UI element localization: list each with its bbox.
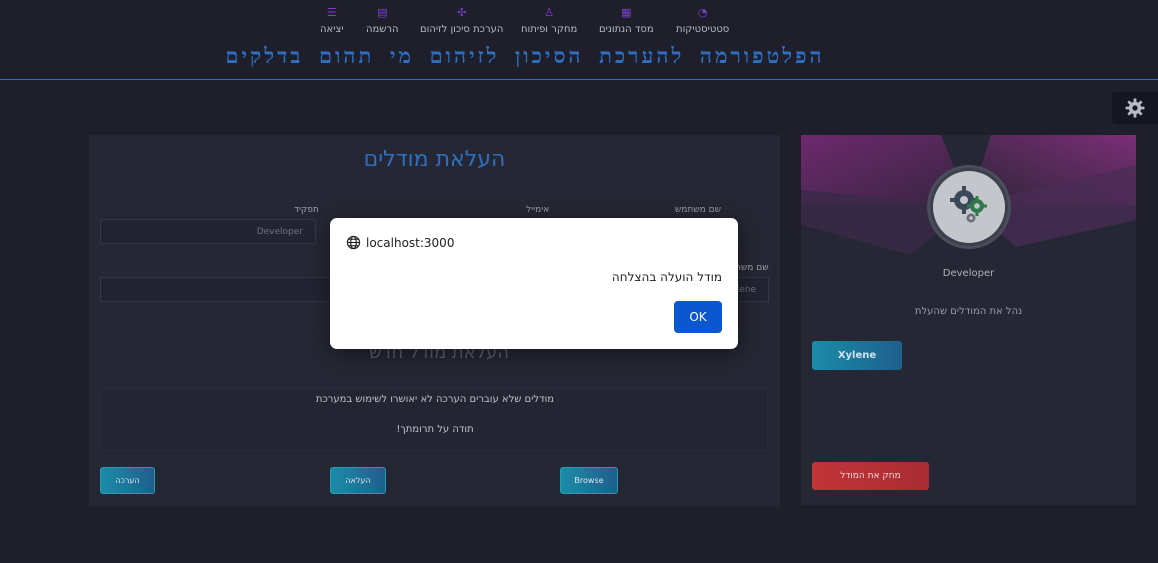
note-box: מודלים שלא עוברים הערכה לא יאושרו לשימוש… [100, 388, 768, 451]
nav-item-risk-assessment[interactable]: ✣ הערכת סיכון לזיהום [420, 6, 504, 36]
model-chip-xylene[interactable]: Xylene [812, 341, 902, 370]
delete-model-button[interactable]: מחק את המודל [812, 462, 929, 490]
note-line-thanks: תודה על תרומתך! [396, 424, 474, 435]
database-grid-icon: ▦ [621, 6, 632, 19]
nav-item-database[interactable]: ▦ מסד הנתונים [599, 6, 654, 36]
nav-item-label: מחקר ופיתוח [521, 24, 578, 35]
ok-button[interactable]: OK [674, 301, 722, 333]
model-name-label: שם משת [735, 263, 769, 273]
nav-item-statistics[interactable]: ◔ סטטיסטיקות [676, 6, 730, 36]
browse-button[interactable]: Browse [560, 467, 618, 494]
alert-dialog: localhost:3000 מודל הועלה בהצלחה OK [330, 218, 738, 349]
dialog-origin-text: localhost:3000 [366, 235, 455, 250]
settings-button[interactable] [1112, 92, 1158, 124]
note-line-approval: מודלים שלא עוברים הערכה לא יאושרו לשימוש… [315, 394, 555, 405]
nav-item-label: הערכת סיכון לזיהום [420, 24, 504, 35]
nav-item-register[interactable]: ▤ הרשמה [366, 6, 399, 36]
nav-item-logout[interactable]: ☰ יציאה [320, 6, 344, 36]
role-label: תפקיד [294, 205, 319, 215]
top-navigation: ◔ סטטיסטיקות ▦ מסד הנתונים ♙ מחקר ופיתוח… [0, 0, 1158, 80]
role-field[interactable]: Developer [100, 219, 316, 244]
manage-models-text: נהל את המודלים שהעלת [914, 306, 1023, 317]
page-title: הפלטפורמה להערכת הסיכון לזיהום מי תהום ב… [225, 44, 825, 68]
upload-button[interactable]: העלאה [330, 467, 386, 494]
menu-lines-icon: ☰ [326, 6, 337, 19]
avatar [927, 165, 1011, 249]
puzzle-icon: ✣ [457, 6, 467, 19]
profile-role: Developer [942, 268, 995, 279]
nav-item-label: יציאה [320, 24, 344, 35]
nav-item-label: הרשמה [366, 24, 399, 35]
nav-item-research[interactable]: ♙ מחקר ופיתוח [521, 6, 578, 36]
globe-icon [346, 235, 361, 250]
nav-item-label: מסד הנתונים [599, 24, 654, 35]
evaluate-button[interactable]: הערכה [100, 467, 155, 494]
username-label: שם משתמש [674, 205, 721, 215]
dialog-origin: localhost:3000 [346, 235, 454, 250]
gear-icon [1125, 98, 1145, 118]
dialog-message: מודל הועלה בהצלחה [611, 270, 722, 284]
panel-title: העלאת מודלים [363, 147, 506, 172]
profile-panel: Developer נהל את המודלים שהעלת Xylene מח… [801, 135, 1136, 505]
person-icon: ♙ [544, 6, 555, 19]
gears-icon [950, 186, 987, 223]
email-label: אימייל [526, 205, 550, 215]
nav-item-label: סטטיסטיקות [676, 24, 730, 35]
pie-chart-icon: ◔ [697, 6, 708, 19]
building-icon: ▤ [377, 6, 388, 19]
